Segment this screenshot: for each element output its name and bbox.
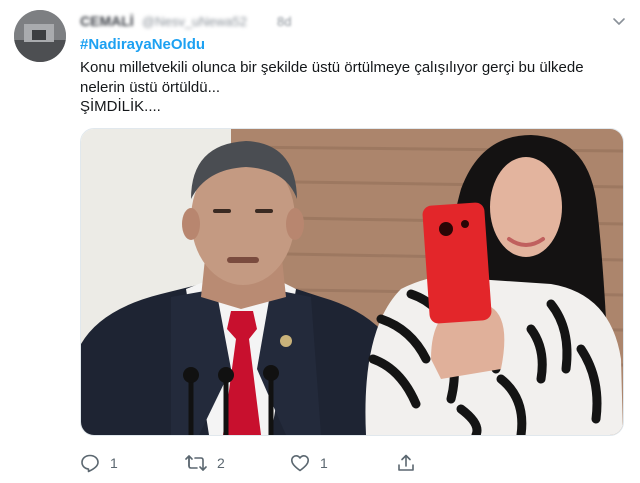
like-button[interactable]: 1 xyxy=(290,452,328,474)
share-icon xyxy=(396,453,416,473)
reply-count: 1 xyxy=(110,455,118,471)
share-button[interactable] xyxy=(396,452,416,474)
tweet-actions: 1 2 1 xyxy=(80,452,620,474)
tweet-header: CEMALİ @Nesv_uNewa52 8d xyxy=(80,13,625,33)
tweet-text: Konu milletvekili olunca bir şekilde üst… xyxy=(80,58,625,117)
tweet-media-image[interactable] xyxy=(80,128,624,436)
reply-button[interactable]: 1 xyxy=(80,452,118,474)
tweet[interactable]: CEMALİ @Nesv_uNewa52 8d #NadirayaNeOldu … xyxy=(0,0,640,483)
retweet-button[interactable]: 2 xyxy=(185,452,225,474)
user-handle[interactable]: @Nesv_uNewa52 xyxy=(142,14,247,29)
heart-icon xyxy=(290,453,310,473)
tweet-text-line: ŞİMDİLİK.... xyxy=(80,98,161,115)
retweet-count: 2 xyxy=(217,455,225,471)
tweet-text-line: Konu milletvekili olunca bir şekilde üst… xyxy=(80,59,584,76)
like-count: 1 xyxy=(320,455,328,471)
hashtag-link[interactable]: #NadirayaNeOldu xyxy=(80,36,205,53)
display-name[interactable]: CEMALİ xyxy=(80,13,134,29)
tweet-text-line: nelerin üstü örtüldü... xyxy=(80,78,221,96)
reply-icon xyxy=(80,453,100,473)
chevron-down-icon[interactable] xyxy=(611,13,627,29)
retweet-icon xyxy=(185,453,207,473)
timestamp[interactable]: 8d xyxy=(277,14,291,29)
avatar[interactable] xyxy=(14,10,66,62)
